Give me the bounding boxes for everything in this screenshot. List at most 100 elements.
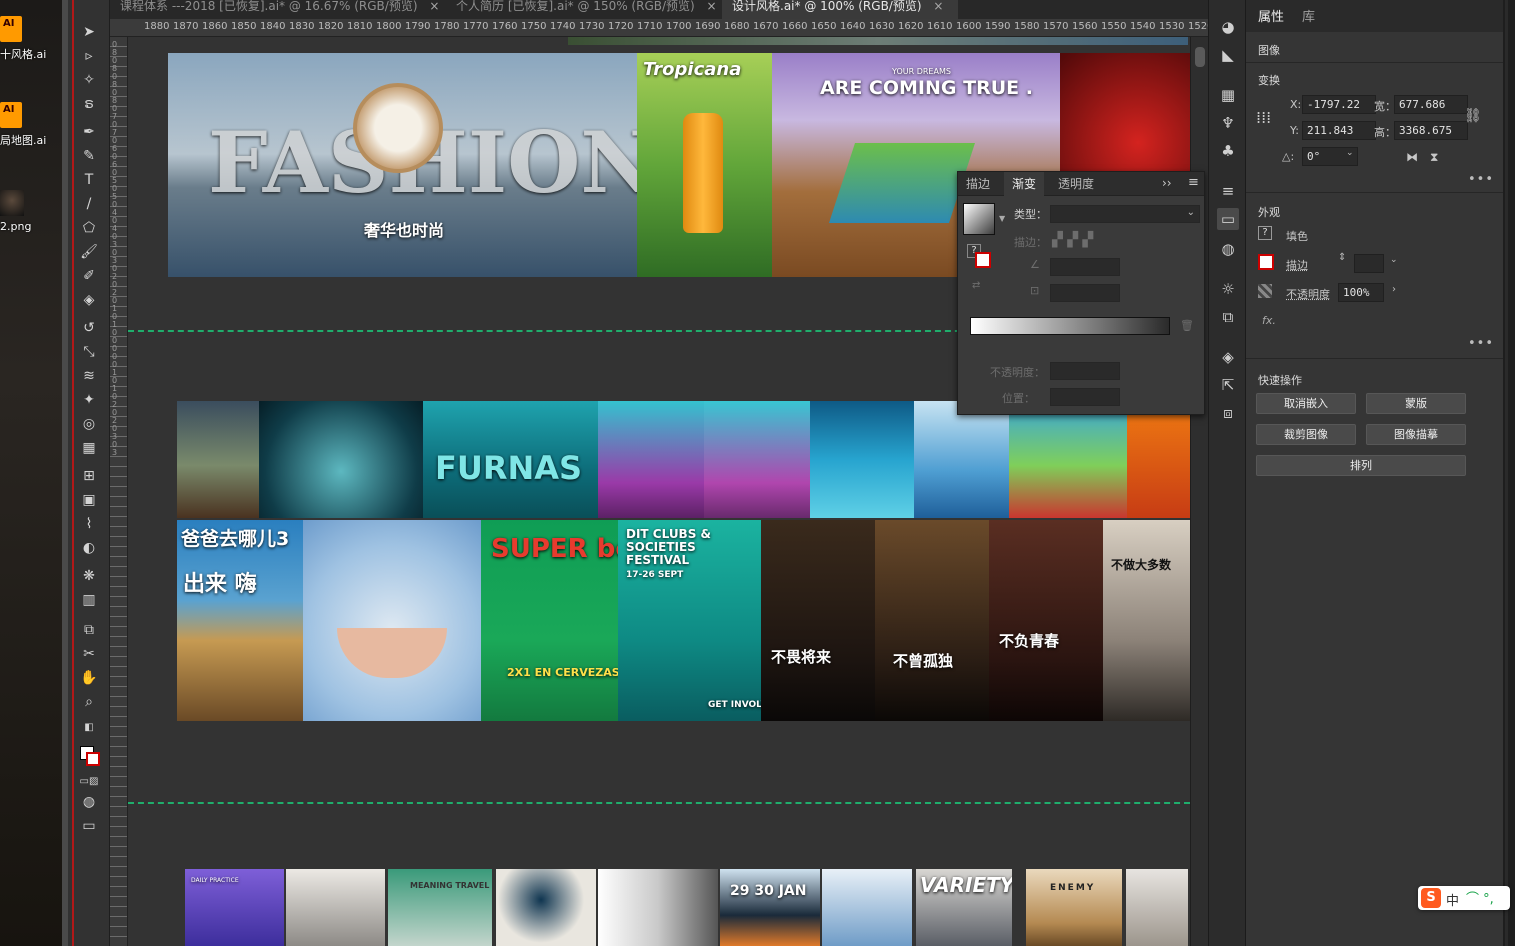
image-kid-poster-1[interactable]	[598, 401, 704, 518]
image-meaning-poster[interactable]: MEANING TRAVEL	[388, 869, 492, 946]
crop-image-button[interactable]: 裁剪图像	[1256, 424, 1356, 445]
aspect-ratio-select[interactable]	[1050, 284, 1120, 302]
transparency-panel-icon[interactable]: ◍	[1217, 238, 1239, 260]
width-field[interactable]: 677.686	[1394, 95, 1468, 114]
swatches-icon[interactable]: ▦	[1217, 84, 1239, 106]
link-proportions-icon[interactable]: ⛓	[1464, 108, 1482, 124]
image-calligraphy-poster-2[interactable]: 不曾孤独	[875, 520, 989, 721]
scrollbar-thumb[interactable]	[1195, 47, 1205, 67]
arrange-button[interactable]: 排列	[1256, 455, 1466, 476]
lasso-tool-icon[interactable]: ຣ	[78, 94, 100, 114]
ime-indicator[interactable]: S 中 ⌒ °,	[1418, 886, 1510, 910]
stroke-panel-icon[interactable]: ≡	[1217, 180, 1239, 202]
chevron-down-icon[interactable]: ⌄	[1346, 148, 1354, 158]
image-old-man-poster[interactable]	[1126, 869, 1188, 946]
blend-tool-icon[interactable]: ◐	[78, 538, 100, 558]
gradient-tool-icon[interactable]: ▣	[78, 490, 100, 510]
image-double-exposure-poster[interactable]	[598, 869, 718, 946]
type-tool-icon[interactable]: T	[78, 170, 100, 190]
rotate-tool-icon[interactable]: ↺	[78, 318, 100, 338]
more-options-icon[interactable]: •••	[1468, 172, 1494, 187]
chevron-down-icon[interactable]: ▼	[999, 214, 1005, 223]
close-icon[interactable]: ×	[933, 0, 943, 13]
reference-point-icon[interactable]: ⁞⁞⁞	[1256, 108, 1271, 127]
image-trace-button[interactable]: 图像描摹	[1366, 424, 1466, 445]
brushes-icon[interactable]: ♆	[1217, 112, 1239, 134]
export-icon[interactable]: ⇱	[1217, 374, 1239, 396]
horizontal-ruler[interactable]: 1880 1870 1860 1850 1840 1830 1820 1810 1800 1790…	[110, 19, 1208, 37]
tab-transparency[interactable]: 透明度	[1050, 172, 1102, 196]
opacity-field[interactable]: 100%	[1338, 283, 1384, 302]
position-select[interactable]	[1050, 388, 1120, 406]
color-panel-icon[interactable]: ◕	[1217, 16, 1239, 38]
image-superbowl-poster[interactable]: SUPER bowl 2X1 EN CERVEZAS	[481, 520, 618, 721]
warp-tool-icon[interactable]: ≋	[78, 366, 100, 386]
image-date-poster[interactable]: 29 30 JAN	[720, 869, 820, 946]
mesh-tool-icon[interactable]: ⊞	[78, 466, 100, 486]
hand-tool-icon[interactable]: ✋	[78, 668, 100, 688]
image-enemy-poster[interactable]: ENEMY	[1026, 869, 1122, 946]
draw-mode-icon[interactable]: ◍	[78, 792, 100, 812]
magic-wand-tool-icon[interactable]: ✧	[78, 70, 100, 90]
desktop-file-2[interactable]: AI 局地图.ai	[0, 102, 68, 148]
close-icon[interactable]: ×	[707, 0, 717, 13]
stroke-none-icon[interactable]	[1258, 254, 1274, 270]
graph-tool-icon[interactable]: ▥	[78, 590, 100, 610]
shape-builder-tool-icon[interactable]: ◎	[78, 414, 100, 434]
gradient-swatch[interactable]	[963, 203, 995, 235]
stroke-stepper-icon[interactable]: ⇕	[1338, 252, 1346, 263]
image-silhouette-poster[interactable]	[496, 869, 596, 946]
paintbrush-tool-icon[interactable]: 🖌	[78, 242, 100, 262]
gradient-type-select[interactable]: ⌄	[1050, 205, 1200, 223]
tab-properties[interactable]: 属性	[1258, 6, 1284, 25]
tab-resume[interactable]: 个人简历 [已恢复].ai* @ 150% (RGB/预览) ×	[446, 0, 722, 19]
stroke-label[interactable]: 描边	[1286, 257, 1308, 273]
desktop-file-3[interactable]: 2.png	[0, 190, 68, 233]
image-fashion-banner[interactable]: FASHION 奢华也时尚	[168, 53, 637, 277]
image-tower-poster[interactable]	[914, 401, 1009, 518]
image-portrait-poster[interactable]	[286, 869, 385, 946]
image-astronaut-poster[interactable]	[259, 401, 423, 518]
angle-select[interactable]	[1050, 258, 1120, 276]
desktop-file-1[interactable]: AI 十风格.ai	[0, 16, 68, 62]
puppet-warp-tool-icon[interactable]: ✦	[78, 390, 100, 410]
guide-line-2[interactable]	[128, 802, 1190, 804]
flip-horizontal-icon[interactable]: ⧓	[1406, 150, 1418, 164]
zoom-tool-icon[interactable]: ⌕	[78, 692, 100, 712]
flip-vertical-icon[interactable]: ⧗	[1430, 150, 1438, 165]
image-calligraphy-poster-1[interactable]: 不畏将来	[761, 520, 875, 721]
image-baba-poster[interactable]: 爸爸去哪儿3 出来 嗨	[177, 520, 303, 721]
gradient-slider[interactable]	[970, 317, 1170, 335]
symbols-icon[interactable]: ♣	[1217, 140, 1239, 162]
tab-libraries[interactable]: 库	[1302, 6, 1315, 25]
image-dancer-poster[interactable]	[822, 869, 912, 946]
image-strip-top[interactable]	[568, 37, 1188, 45]
image-daily-poster[interactable]: DAILY PRACTICE	[185, 869, 284, 946]
perspective-grid-tool-icon[interactable]: ▦	[78, 438, 100, 458]
screen-mode-icon[interactable]: ▭	[78, 816, 100, 836]
y-field[interactable]: 211.843	[1302, 121, 1376, 140]
eraser-tool-icon[interactable]: ◈	[78, 290, 100, 310]
fill-stroke-swatch[interactable]	[78, 744, 100, 766]
tab-gradient[interactable]: 渐变	[1004, 172, 1045, 196]
stroke-none-icon[interactable]	[975, 252, 991, 268]
expand-icon[interactable]: ››	[1162, 176, 1172, 190]
curvature-tool-icon[interactable]: ✎	[78, 146, 100, 166]
image-orange-poster[interactable]	[1127, 401, 1190, 518]
opacity-label[interactable]: 不透明度	[1286, 286, 1330, 302]
image-calligraphy-poster-3[interactable]: 不负青春	[989, 520, 1103, 721]
slice-tool-icon[interactable]: ✂	[78, 644, 100, 664]
chevron-down-icon[interactable]: ⌄	[1390, 255, 1398, 265]
color-mode-icon[interactable]: ▭▨	[78, 772, 100, 792]
blob-brush-tool-icon[interactable]: ✐	[78, 266, 100, 286]
eyedropper-tool-icon[interactable]: ⌇	[78, 514, 100, 534]
default-colors-icon[interactable]: ◧	[78, 718, 100, 738]
symbol-sprayer-tool-icon[interactable]: ❋	[78, 566, 100, 586]
pen-tool-icon[interactable]: ✒	[78, 122, 100, 142]
graphic-styles-icon[interactable]: ⧉	[1217, 306, 1239, 328]
unembed-button[interactable]: 取消嵌入	[1256, 393, 1356, 414]
height-field[interactable]: 3368.675	[1394, 121, 1468, 140]
image-furnas-poster[interactable]: FURNAS	[423, 401, 598, 518]
more-options-icon[interactable]: •••	[1468, 336, 1494, 351]
stroke-width-field[interactable]	[1354, 254, 1384, 273]
